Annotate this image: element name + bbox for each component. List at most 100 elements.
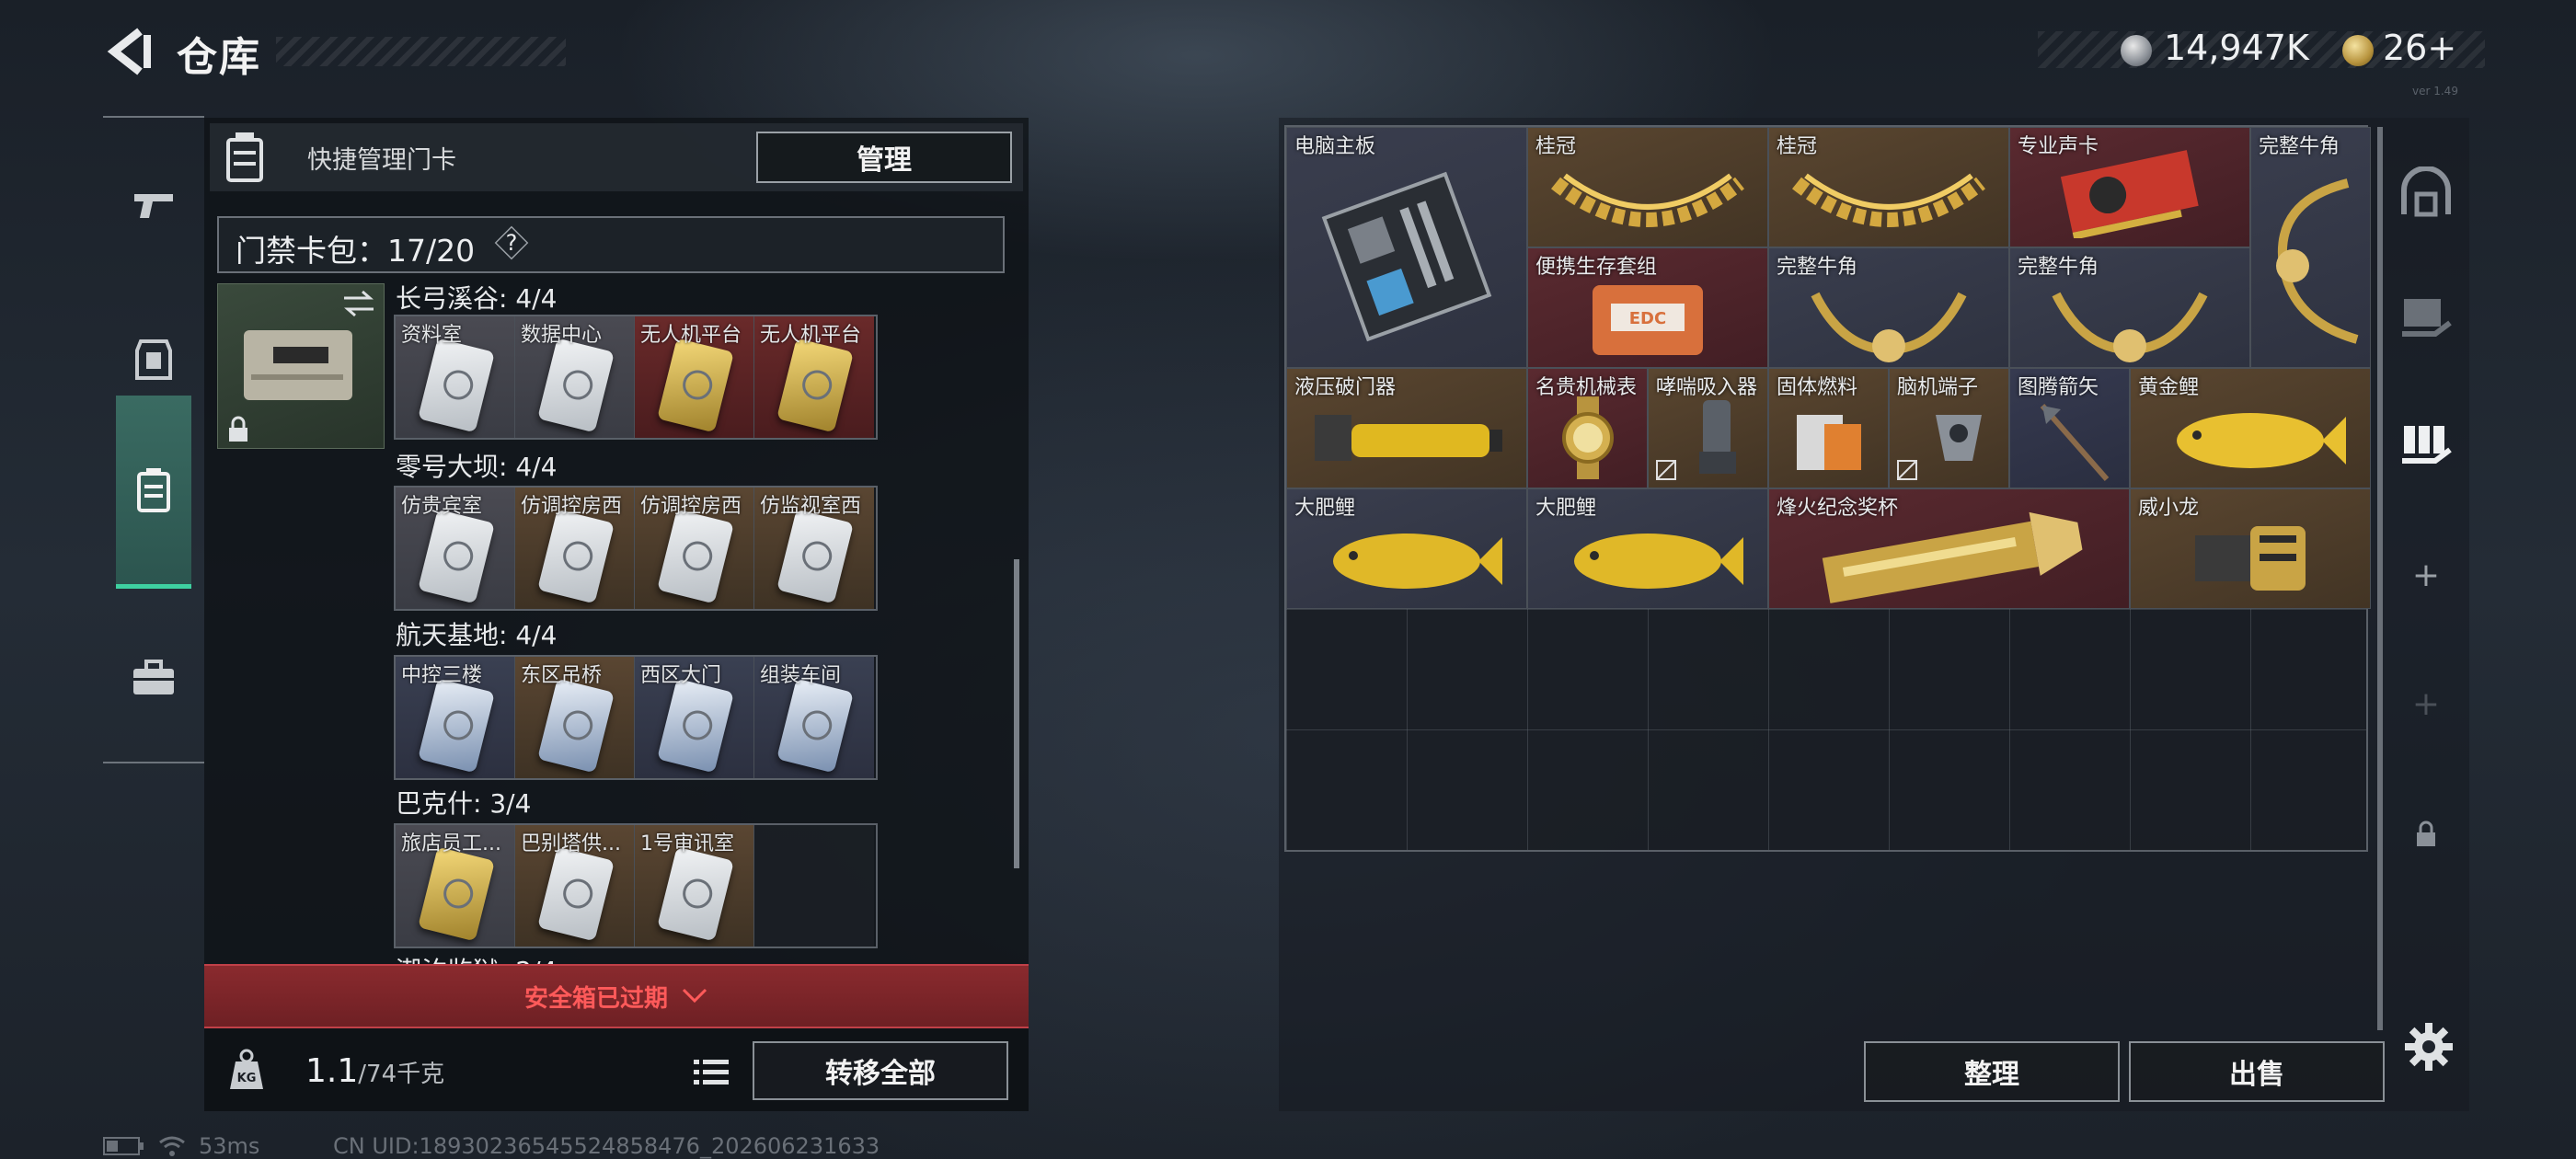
nav-weapon-tab[interactable]	[116, 164, 191, 247]
swap-icon[interactable]	[340, 289, 377, 318]
keycard-slot[interactable]: 1号审讯室	[635, 825, 754, 947]
keycard-icon	[657, 846, 734, 942]
safe-box-expired-bar[interactable]: 安全箱已过期	[204, 964, 1029, 1028]
item-hydraulic-breacher[interactable]: 液压破门器	[1286, 368, 1527, 488]
fish-icon	[2177, 413, 2346, 468]
keycard-icon	[776, 509, 854, 604]
keycard-icon	[418, 509, 495, 604]
uid-text: CN UID:18930236545524858476_202606231633	[333, 1133, 880, 1159]
item-beacon-trophy[interactable]: 烽火纪念奖杯	[1768, 488, 2130, 609]
keycard-slot[interactable]: 无人机平台	[754, 316, 874, 438]
lock-icon	[2417, 820, 2435, 846]
fish-icon	[1333, 534, 1502, 589]
sound-card-icon	[2060, 150, 2199, 238]
keycard-scrollbar[interactable]	[1014, 559, 1019, 868]
arrow-icon	[2040, 404, 2110, 481]
keycard-row: 中控三楼 东区吊桥 西区大门 组装车间	[394, 655, 878, 780]
keycard-slot[interactable]: 东区吊桥	[515, 657, 635, 778]
item-brain-terminal[interactable]: 脑机端子	[1889, 368, 2009, 488]
nav-keycard-tab[interactable]	[116, 396, 191, 589]
inhaler-icon	[1699, 400, 1736, 474]
svg-text:KG: KG	[237, 1072, 257, 1085]
wifi-icon	[159, 1136, 185, 1156]
keycard-icon	[418, 338, 495, 433]
transfer-all-button[interactable]: 转移全部	[753, 1041, 1008, 1100]
list-icon[interactable]	[692, 1054, 730, 1091]
item-complete-horn[interactable]: 完整牛角	[2009, 247, 2250, 368]
side-tab-storage-1[interactable]	[2394, 285, 2458, 350]
keycard-slot-empty[interactable]	[754, 825, 874, 947]
battery-icon	[103, 1137, 144, 1155]
section-title: 巴克什: 3/4	[396, 788, 532, 819]
help-button[interactable]: ?	[495, 226, 528, 259]
item-totem-arrow[interactable]: 图腾箭矢	[2009, 368, 2130, 488]
keycard-icon	[537, 509, 615, 604]
keycard-slot[interactable]: 仿调控房西	[515, 488, 635, 609]
keycard-icon	[776, 338, 854, 433]
item-asthma-inhaler[interactable]: 哮喘吸入器	[1648, 368, 1768, 488]
survival-kit-icon: EDC	[1593, 285, 1703, 355]
gauntlet-icon	[2195, 526, 2306, 591]
item-complete-horn[interactable]: 完整牛角	[1768, 247, 2009, 368]
lock-icon	[226, 416, 250, 443]
keycard-case-icon	[223, 131, 267, 184]
item-pro-sound-card[interactable]: 专业声卡	[2009, 127, 2250, 247]
laurel-crown-icon	[1551, 173, 1744, 227]
keycard-slot[interactable]: 巴别塔供...	[515, 825, 635, 947]
section-title: 长弓溪谷: 4/4	[396, 283, 558, 314]
add-storage-button[interactable]: +	[2394, 543, 2458, 607]
item-solid-fuel[interactable]: 固体燃料	[1768, 368, 1889, 488]
storage-grid: 电脑主板 桂冠 桂冠 专业声卡 完整牛角 便携生存套组 EDC 完整牛角 完整牛…	[1284, 125, 2371, 852]
item-wei-xiaolong[interactable]: 威小龙	[2130, 488, 2371, 609]
weight-value: 1.1/74千克	[305, 1052, 445, 1090]
nav-armor-tab[interactable]	[116, 318, 191, 401]
weight-icon: KG	[226, 1049, 267, 1091]
keycard-icon	[657, 678, 734, 774]
keycard-slot[interactable]: 资料室	[396, 316, 515, 438]
plus-icon: +	[2411, 684, 2441, 723]
add-storage-button-disabled: +	[2394, 671, 2458, 736]
plus-icon: +	[2411, 556, 2441, 594]
section-title: 航天基地: 4/4	[396, 620, 558, 650]
item-golden-carp[interactable]: 黄金鲤	[2130, 368, 2371, 488]
ping-text: 53ms	[199, 1133, 260, 1159]
keycard-icon	[418, 678, 495, 774]
keycard-slot[interactable]: 组装车间	[754, 657, 874, 778]
horn-icon	[2052, 292, 2208, 362]
keycard-slot[interactable]: 西区大门	[635, 657, 754, 778]
fish-icon	[1574, 534, 1743, 589]
item-laurel-crown[interactable]: 桂冠	[1768, 127, 2009, 247]
gold-amount[interactable]: 26+	[2383, 28, 2456, 68]
item-motherboard[interactable]: 电脑主板	[1286, 127, 1527, 368]
horn-icon	[1811, 292, 1967, 362]
motherboard-icon	[1321, 171, 1492, 342]
manage-button[interactable]: 管理	[756, 132, 1012, 183]
keycard-slot[interactable]: 仿调控房西	[635, 488, 754, 609]
item-fat-carp[interactable]: 大肥鲤	[1527, 488, 1768, 609]
item-luxury-watch[interactable]: 名贵机械表	[1527, 368, 1648, 488]
silver-coin-icon	[2121, 35, 2152, 66]
solid-fuel-icon	[1797, 415, 1861, 470]
item-laurel-crown[interactable]: 桂冠	[1527, 127, 1768, 247]
nav-briefcase-tab[interactable]	[116, 637, 191, 719]
item-complete-horn[interactable]: 完整牛角	[2250, 127, 2371, 368]
keycard-slot[interactable]: 中控三楼	[396, 657, 515, 778]
item-fat-carp[interactable]: 大肥鲤	[1286, 488, 1527, 609]
gun-icon	[134, 194, 173, 218]
sell-button[interactable]: 出售	[2129, 1041, 2385, 1102]
gear-icon[interactable]	[2403, 1021, 2455, 1073]
tidy-button[interactable]: 整理	[1864, 1041, 2120, 1102]
storage-scrollbar[interactable]	[2377, 127, 2383, 1030]
keycard-slot[interactable]: 旅店员工...	[396, 825, 515, 947]
back-icon[interactable]	[103, 24, 158, 79]
keycard-slot[interactable]: 数据中心	[515, 316, 635, 438]
item-survival-kit[interactable]: 便携生存套组 EDC	[1527, 247, 1768, 368]
status-bar: 53ms	[103, 1133, 259, 1159]
keycard-slot[interactable]: 无人机平台	[635, 316, 754, 438]
quick-manage-label: 快捷管理门卡	[307, 146, 456, 175]
keycard-slot[interactable]: 仿贵宾室	[396, 488, 515, 609]
keycard-slot[interactable]: 仿监视室西	[754, 488, 874, 609]
expired-text: 安全箱已过期	[523, 984, 668, 1013]
side-tab-storage-2[interactable]	[2394, 412, 2458, 476]
side-tab-safehouse[interactable]	[2394, 160, 2458, 224]
